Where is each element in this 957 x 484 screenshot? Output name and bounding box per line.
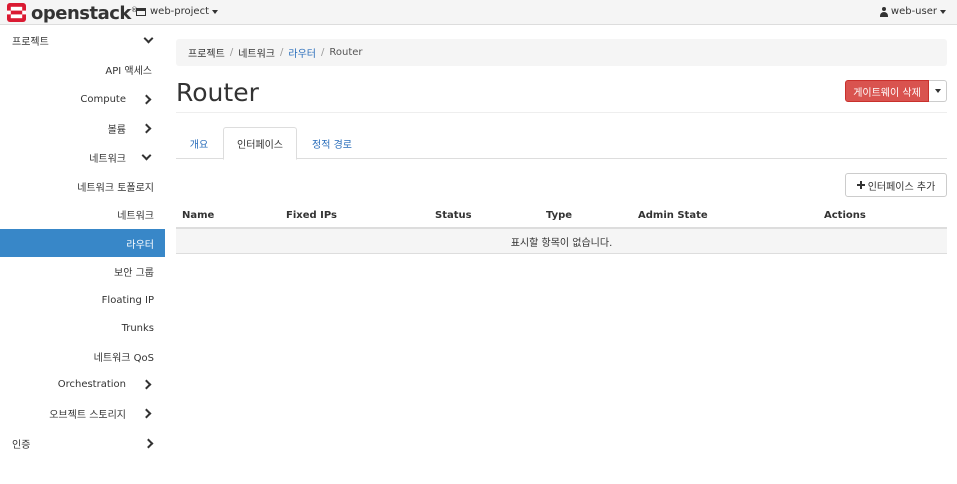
sidebar-item-label: 네트워크 [89, 154, 126, 165]
table-header: Name Fixed IPs Status Type Admin State A… [176, 204, 947, 229]
top-navbar: openstack® web-project web-user [0, 0, 957, 25]
sidebar-item-label: 오브젝트 스토리지 [49, 410, 126, 421]
caret-down-icon [934, 89, 941, 93]
sidebar-item-network-topology[interactable]: 네트워크 토폴로지 [0, 172, 165, 200]
caret-down-icon [212, 9, 218, 14]
tab-static-routes[interactable]: 정적 경로 [299, 127, 365, 159]
user-name: web-user [890, 6, 937, 17]
sidebar-item-label: 볼륨 [107, 125, 126, 136]
sidebar-item-label: Floating IP [101, 294, 154, 306]
user-menu[interactable]: web-user [879, 6, 946, 17]
breadcrumb-project: 프로젝트 [188, 49, 225, 60]
sidebar-item-routers[interactable]: 라우터 [0, 229, 165, 257]
sidebar-item-label: Compute [80, 94, 126, 105]
sidebar-item-api-access[interactable]: API 액세스 [0, 55, 165, 84]
sidebar-item-label: 라우터 [126, 239, 154, 251]
column-header-fixed-ips[interactable]: Fixed IPs [286, 210, 337, 221]
sidebar: 프로젝트 API 액세스 Compute 볼륨 네트워크 네트워크 토폴로지 네… [0, 26, 165, 484]
sidebar-item-project[interactable]: 프로젝트 [0, 26, 165, 54]
tab-overview[interactable]: 개요 [176, 127, 222, 159]
project-name: web-project [150, 6, 209, 17]
breadcrumb-separator: / [320, 47, 325, 58]
sidebar-item-networks[interactable]: 네트워크 [0, 200, 165, 228]
sidebar-item-label: 보안 그룹 [114, 267, 154, 279]
sidebar-item-volume[interactable]: 볼륨 [0, 114, 165, 143]
chevron-down-icon [143, 33, 154, 43]
sidebar-item-label: Trunks [121, 322, 154, 334]
column-header-admin-state[interactable]: Admin State [638, 210, 708, 221]
chevron-down-icon [141, 150, 152, 161]
sidebar-item-label: 네트워크 토폴로지 [77, 182, 154, 194]
column-header-name[interactable]: Name [182, 210, 214, 221]
sidebar-item-network-qos[interactable]: 네트워크 QoS [0, 342, 165, 370]
add-interface-label: 인터페이스 추가 [867, 181, 936, 193]
breadcrumb-current: Router [329, 47, 363, 58]
breadcrumb: 프로젝트 / 네트워크 / 라우터 / Router [176, 39, 947, 66]
sidebar-item-security-groups[interactable]: 보안 그룹 [0, 257, 165, 285]
caret-down-icon [940, 9, 946, 14]
openstack-logo[interactable]: openstack® [7, 2, 138, 24]
chevron-right-icon [141, 408, 152, 419]
sidebar-item-label: 네트워크 QoS [93, 352, 154, 364]
column-header-type[interactable]: Type [546, 210, 572, 221]
project-icon [136, 7, 146, 16]
breadcrumb-separator: / [229, 47, 234, 58]
add-interface-button[interactable]: 인터페이스 추가 [845, 173, 947, 197]
tab-bar: 개요 인터페이스 정적 경로 [176, 127, 947, 160]
chevron-right-icon [141, 94, 152, 105]
sidebar-item-floating-ip[interactable]: Floating IP [0, 286, 165, 314]
actions-dropdown-toggle[interactable] [929, 80, 947, 102]
logo-text: openstack® [31, 3, 138, 24]
sidebar-item-trunks[interactable]: Trunks [0, 314, 165, 342]
column-header-actions: Actions [824, 210, 866, 221]
user-icon [879, 6, 888, 17]
sidebar-item-label: 프로젝트 [12, 36, 49, 48]
title-divider [176, 112, 947, 113]
sidebar-item-orchestration[interactable]: Orchestration [0, 370, 165, 399]
empty-table-message: 표시할 항목이 없습니다. [176, 229, 947, 254]
breadcrumb-network: 네트워크 [238, 49, 275, 60]
sidebar-item-compute[interactable]: Compute [0, 85, 165, 114]
sidebar-item-label: 인증 [12, 440, 31, 451]
sidebar-item-label: Orchestration [57, 379, 126, 390]
sidebar-item-network[interactable]: 네트워크 [0, 143, 165, 172]
project-selector[interactable]: web-project [136, 6, 218, 17]
tab-interfaces[interactable]: 인터페이스 [223, 127, 297, 160]
sidebar-item-label: API 액세스 [105, 66, 152, 77]
page-title: Router [176, 78, 259, 107]
chevron-right-icon [143, 438, 154, 449]
breadcrumb-routers-link[interactable]: 라우터 [288, 45, 316, 60]
sidebar-item-identity[interactable]: 인증 [0, 429, 165, 458]
breadcrumb-separator: / [280, 47, 284, 58]
openstack-logo-icon [7, 2, 26, 22]
sidebar-item-object-storage[interactable]: 오브젝트 스토리지 [0, 399, 165, 428]
interfaces-table: Name Fixed IPs Status Type Admin State A… [176, 204, 947, 254]
sidebar-item-label: 네트워크 [117, 210, 154, 222]
plus-icon [856, 181, 865, 189]
chevron-right-icon [141, 379, 152, 390]
delete-gateway-button[interactable]: 게이트웨이 삭제 [845, 80, 929, 102]
chevron-right-icon [141, 123, 152, 134]
column-header-status[interactable]: Status [435, 210, 472, 221]
